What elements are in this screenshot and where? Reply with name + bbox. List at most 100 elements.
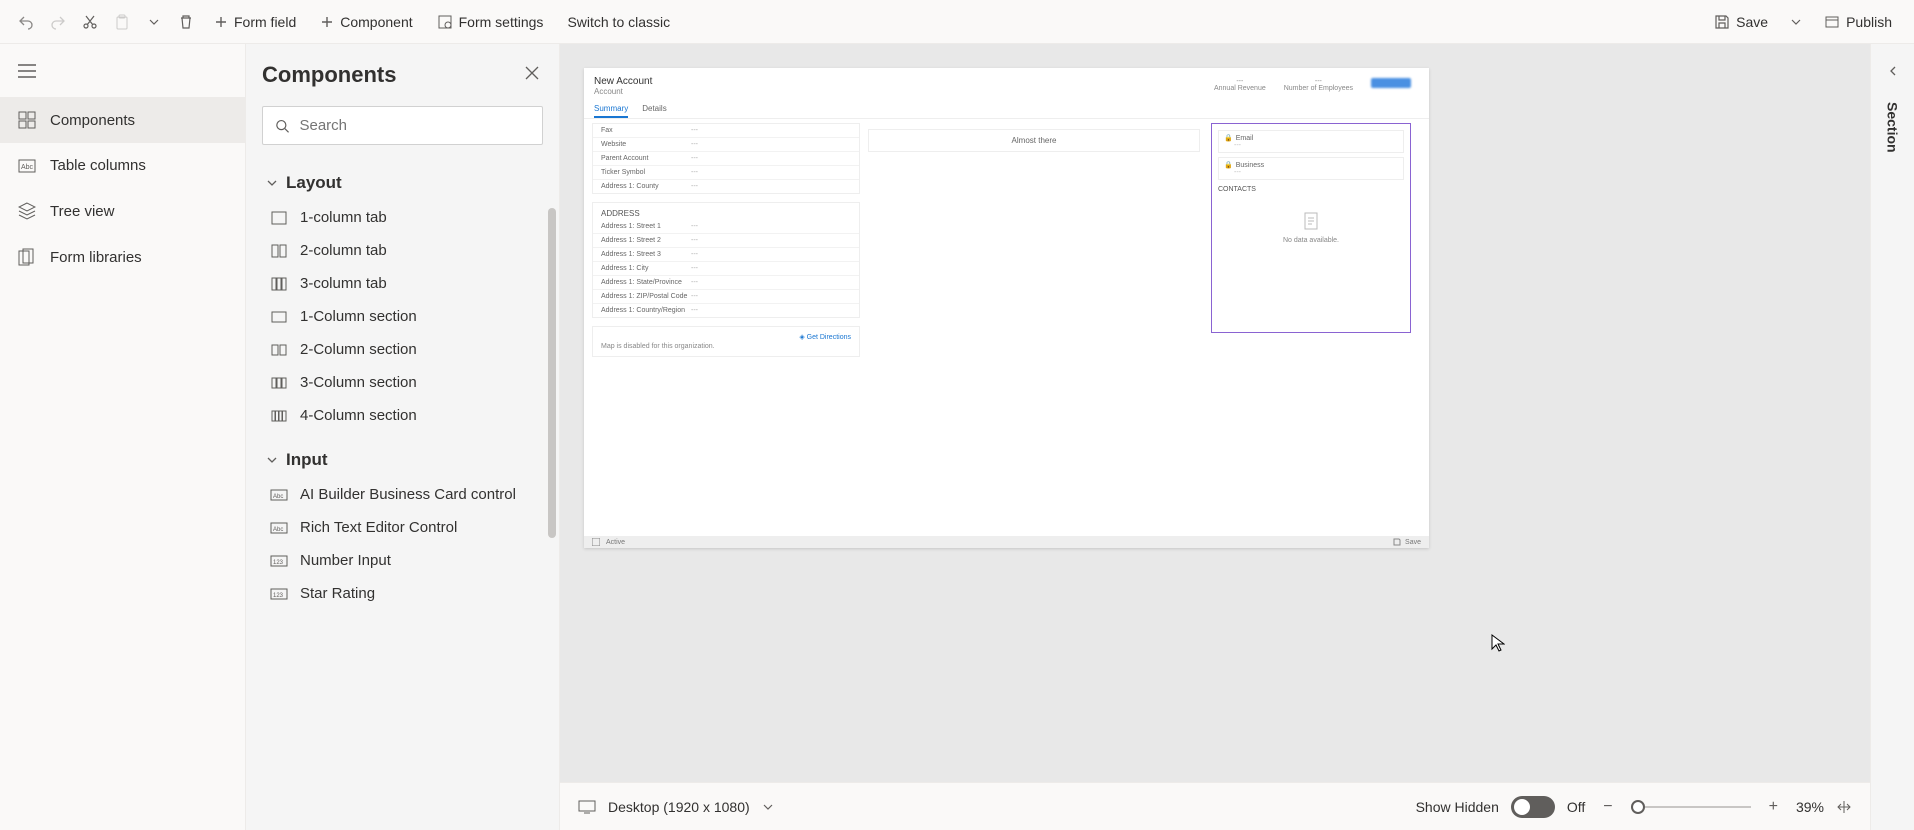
- component-2-column-section[interactable]: 2-Column section: [262, 333, 543, 366]
- comp-label: Star Rating: [300, 585, 375, 602]
- component-3-column-section[interactable]: 3-Column section: [262, 366, 543, 399]
- field-row[interactable]: Address 1: Country/Region---: [593, 304, 859, 317]
- form-preview-canvas[interactable]: New Account Account ---Annual Revenue --…: [584, 68, 1429, 548]
- component-number-input[interactable]: 123 Number Input: [262, 544, 543, 577]
- add-component-label: Component: [340, 14, 412, 30]
- chevron-down-icon[interactable]: [138, 2, 170, 42]
- zoom-in-button[interactable]: +: [1763, 798, 1784, 816]
- save-status-icon: [1393, 538, 1401, 546]
- component-1-column-tab[interactable]: 1-column tab: [262, 201, 543, 234]
- comp-label: Rich Text Editor Control: [300, 519, 457, 536]
- comp-label: 3-column tab: [300, 275, 387, 292]
- zoom-slider[interactable]: [1631, 806, 1751, 808]
- cut-icon[interactable]: [74, 2, 106, 42]
- group-input-header[interactable]: Input: [262, 442, 543, 478]
- close-icon[interactable]: [525, 66, 539, 85]
- sidebar-item-table-columns[interactable]: Abc Table columns: [0, 143, 245, 188]
- selected-section-card[interactable]: 🔒Email --- 🔒Business --- CONTACTS No dat…: [1211, 123, 1411, 333]
- component-ai-card[interactable]: Abc AI Builder Business Card control: [262, 478, 543, 511]
- two-column-tab-icon: [270, 244, 288, 258]
- sidebar-item-label: Components: [50, 112, 135, 129]
- add-form-field-label: Form field: [234, 14, 296, 30]
- search-input[interactable]: [299, 117, 530, 134]
- component-star-rating[interactable]: 123 Star Rating: [262, 577, 543, 610]
- publish-label: Publish: [1846, 14, 1892, 30]
- number-field-icon: 123: [270, 555, 288, 567]
- component-3-column-tab[interactable]: 3-column tab: [262, 267, 543, 300]
- field-row[interactable]: Address 1: County---: [593, 180, 859, 193]
- field-row[interactable]: Address 1: Street 3---: [593, 248, 859, 262]
- document-icon: [1301, 211, 1321, 231]
- abc-field-icon: Abc: [270, 489, 288, 501]
- field-row[interactable]: Address 1: ZIP/Postal Code---: [593, 290, 859, 304]
- undo-icon[interactable]: [10, 2, 42, 42]
- contacts-header: CONTACTS: [1218, 186, 1404, 193]
- sidebar-item-tree-view[interactable]: Tree view: [0, 188, 245, 234]
- field-row[interactable]: Address 1: Street 2---: [593, 234, 859, 248]
- sidebar-item-components[interactable]: Components: [0, 97, 245, 143]
- number-field-icon: 123: [270, 588, 288, 600]
- owner-badge: [1371, 78, 1411, 88]
- chevron-down-icon: [266, 454, 278, 466]
- paste-icon[interactable]: [106, 2, 138, 42]
- component-1-column-section[interactable]: 1-Column section: [262, 300, 543, 333]
- search-icon: [275, 118, 289, 134]
- svg-text:123: 123: [273, 593, 284, 599]
- chevron-down-icon[interactable]: [762, 801, 774, 813]
- svg-text:Abc: Abc: [21, 164, 34, 171]
- fit-screen-icon[interactable]: [1836, 799, 1852, 815]
- field-row[interactable]: Ticker Symbol---: [593, 166, 859, 180]
- field-row[interactable]: Address 1: State/Province---: [593, 276, 859, 290]
- tab-details[interactable]: Details: [642, 104, 666, 118]
- field-row[interactable]: Website---: [593, 138, 859, 152]
- no-data-text: No data available.: [1218, 237, 1404, 244]
- toggle-state-label: Off: [1567, 799, 1585, 815]
- map-card[interactable]: ◈ Get Directions Map is disabled for thi…: [592, 326, 860, 357]
- component-2-column-tab[interactable]: 2-column tab: [262, 234, 543, 267]
- expand-properties-icon[interactable]: [1887, 64, 1899, 82]
- comp-label: 1-Column section: [300, 308, 417, 325]
- field-row[interactable]: Address 1: City---: [593, 262, 859, 276]
- redo-icon[interactable]: [42, 2, 74, 42]
- map-disabled-msg: Map is disabled for this organization.: [601, 343, 851, 350]
- components-panel-title: Components: [262, 62, 543, 88]
- mouse-cursor-icon: [1491, 634, 1505, 657]
- field-row[interactable]: Fax---: [593, 124, 859, 138]
- scrollbar[interactable]: [548, 208, 556, 538]
- sidebar-item-form-libraries[interactable]: Form libraries: [0, 234, 245, 280]
- add-form-field-button[interactable]: Form field: [202, 2, 308, 42]
- form-settings-button[interactable]: Form settings: [425, 2, 556, 42]
- address-section-title: ADDRESS: [593, 203, 859, 220]
- tab-summary[interactable]: Summary: [594, 104, 628, 118]
- one-column-section-icon: [270, 311, 288, 323]
- four-column-section-icon: [270, 410, 288, 422]
- search-input-wrap[interactable]: [262, 106, 543, 145]
- save-button[interactable]: Save: [1702, 2, 1780, 42]
- comp-label: 2-column tab: [300, 242, 387, 259]
- zoom-out-button[interactable]: −: [1597, 798, 1618, 816]
- switch-classic-button[interactable]: Switch to classic: [555, 2, 682, 42]
- zoom-value: 39%: [1796, 799, 1824, 815]
- comp-label: Number Input: [300, 552, 391, 569]
- comp-label: 2-Column section: [300, 341, 417, 358]
- timeline-column[interactable]: Almost there: [868, 123, 1200, 357]
- viewport-label[interactable]: Desktop (1920 x 1080): [608, 799, 750, 815]
- field-row[interactable]: Parent Account---: [593, 152, 859, 166]
- hamburger-icon[interactable]: [0, 64, 245, 97]
- add-component-button[interactable]: Component: [308, 2, 424, 42]
- delete-icon[interactable]: [170, 2, 202, 42]
- component-4-column-section[interactable]: 4-Column section: [262, 399, 543, 432]
- save-dropdown-icon[interactable]: [1780, 2, 1812, 42]
- one-column-tab-icon: [270, 211, 288, 225]
- properties-pane-label[interactable]: Section: [1885, 102, 1901, 153]
- save-label: Save: [1736, 14, 1768, 30]
- three-column-section-icon: [270, 377, 288, 389]
- show-hidden-toggle[interactable]: [1511, 796, 1555, 818]
- publish-button[interactable]: Publish: [1812, 2, 1904, 42]
- comp-label: 1-column tab: [300, 209, 387, 226]
- component-rich-text[interactable]: Abc Rich Text Editor Control: [262, 511, 543, 544]
- field-row[interactable]: Address 1: Street 1---: [593, 220, 859, 234]
- group-layout-header[interactable]: Layout: [262, 165, 543, 201]
- switch-classic-label: Switch to classic: [567, 14, 670, 30]
- get-directions-link[interactable]: Get Directions: [807, 334, 851, 341]
